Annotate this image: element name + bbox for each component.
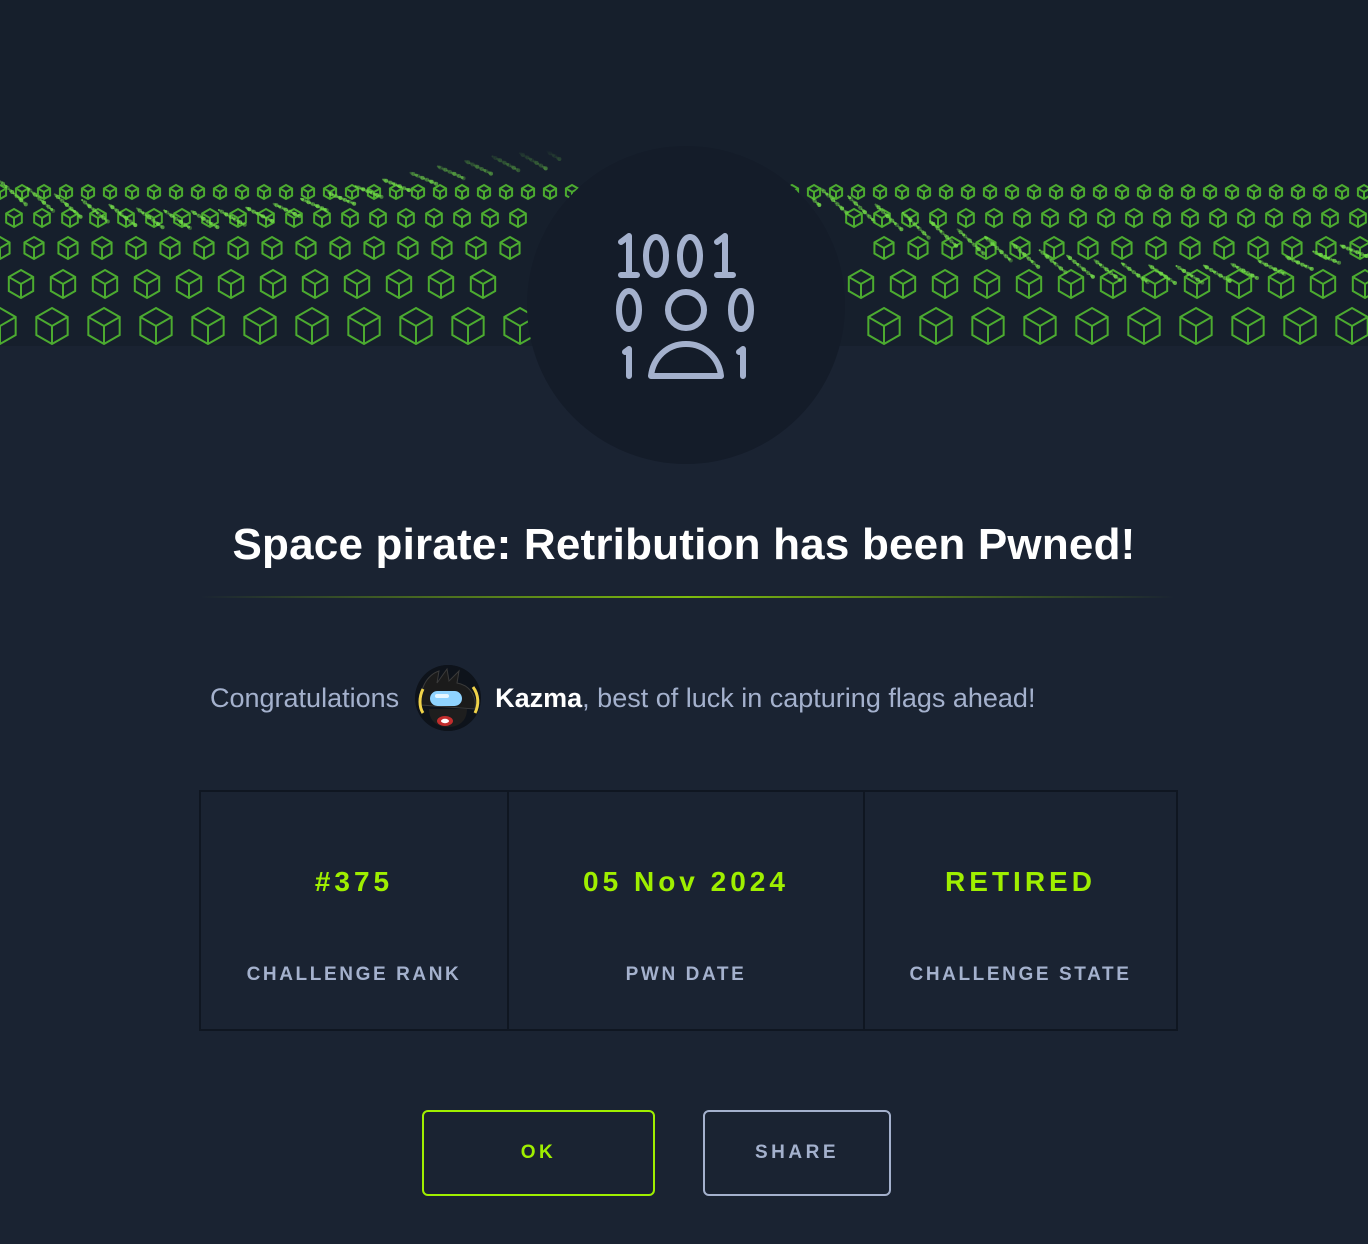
stats-table: #375 CHALLENGE RANK 05 Nov 2024 PWN DATE… — [199, 790, 1178, 1031]
stat-label: CHALLENGE RANK — [246, 964, 462, 985]
page-title: Space pirate: Retribution has been Pwned… — [232, 520, 1136, 569]
stat-label: CHALLENGE STATE — [909, 964, 1132, 985]
ok-button[interactable]: OK — [422, 1110, 655, 1196]
stat-value: RETIRED — [945, 866, 1096, 897]
title-divider — [200, 596, 1175, 598]
stat-challenge-state: RETIRED CHALLENGE STATE — [863, 792, 1176, 1029]
binary-user-icon — [616, 233, 754, 379]
congrats-suffix: , best of luck in capturing flags ahead! — [582, 682, 1036, 713]
stat-pwn-date: 05 Nov 2024 PWN DATE — [507, 792, 863, 1029]
congrats-prefix: Congratulations — [210, 682, 400, 713]
username[interactable]: Kazma — [495, 683, 582, 714]
avatar — [415, 665, 482, 731]
stat-value: #375 — [314, 866, 394, 897]
stat-label: PWN DATE — [625, 964, 747, 985]
stat-challenge-rank: #375 CHALLENGE RANK — [201, 792, 507, 1029]
share-button[interactable]: SHARE — [703, 1110, 891, 1196]
pwned-modal: Space pirate: Retribution has been Pwned… — [0, 0, 1368, 1244]
challenge-emblem — [527, 146, 845, 464]
stat-value: 05 Nov 2024 — [583, 866, 789, 897]
congrats-message: Congratulations Kazma , best of luck in … — [210, 660, 1035, 736]
